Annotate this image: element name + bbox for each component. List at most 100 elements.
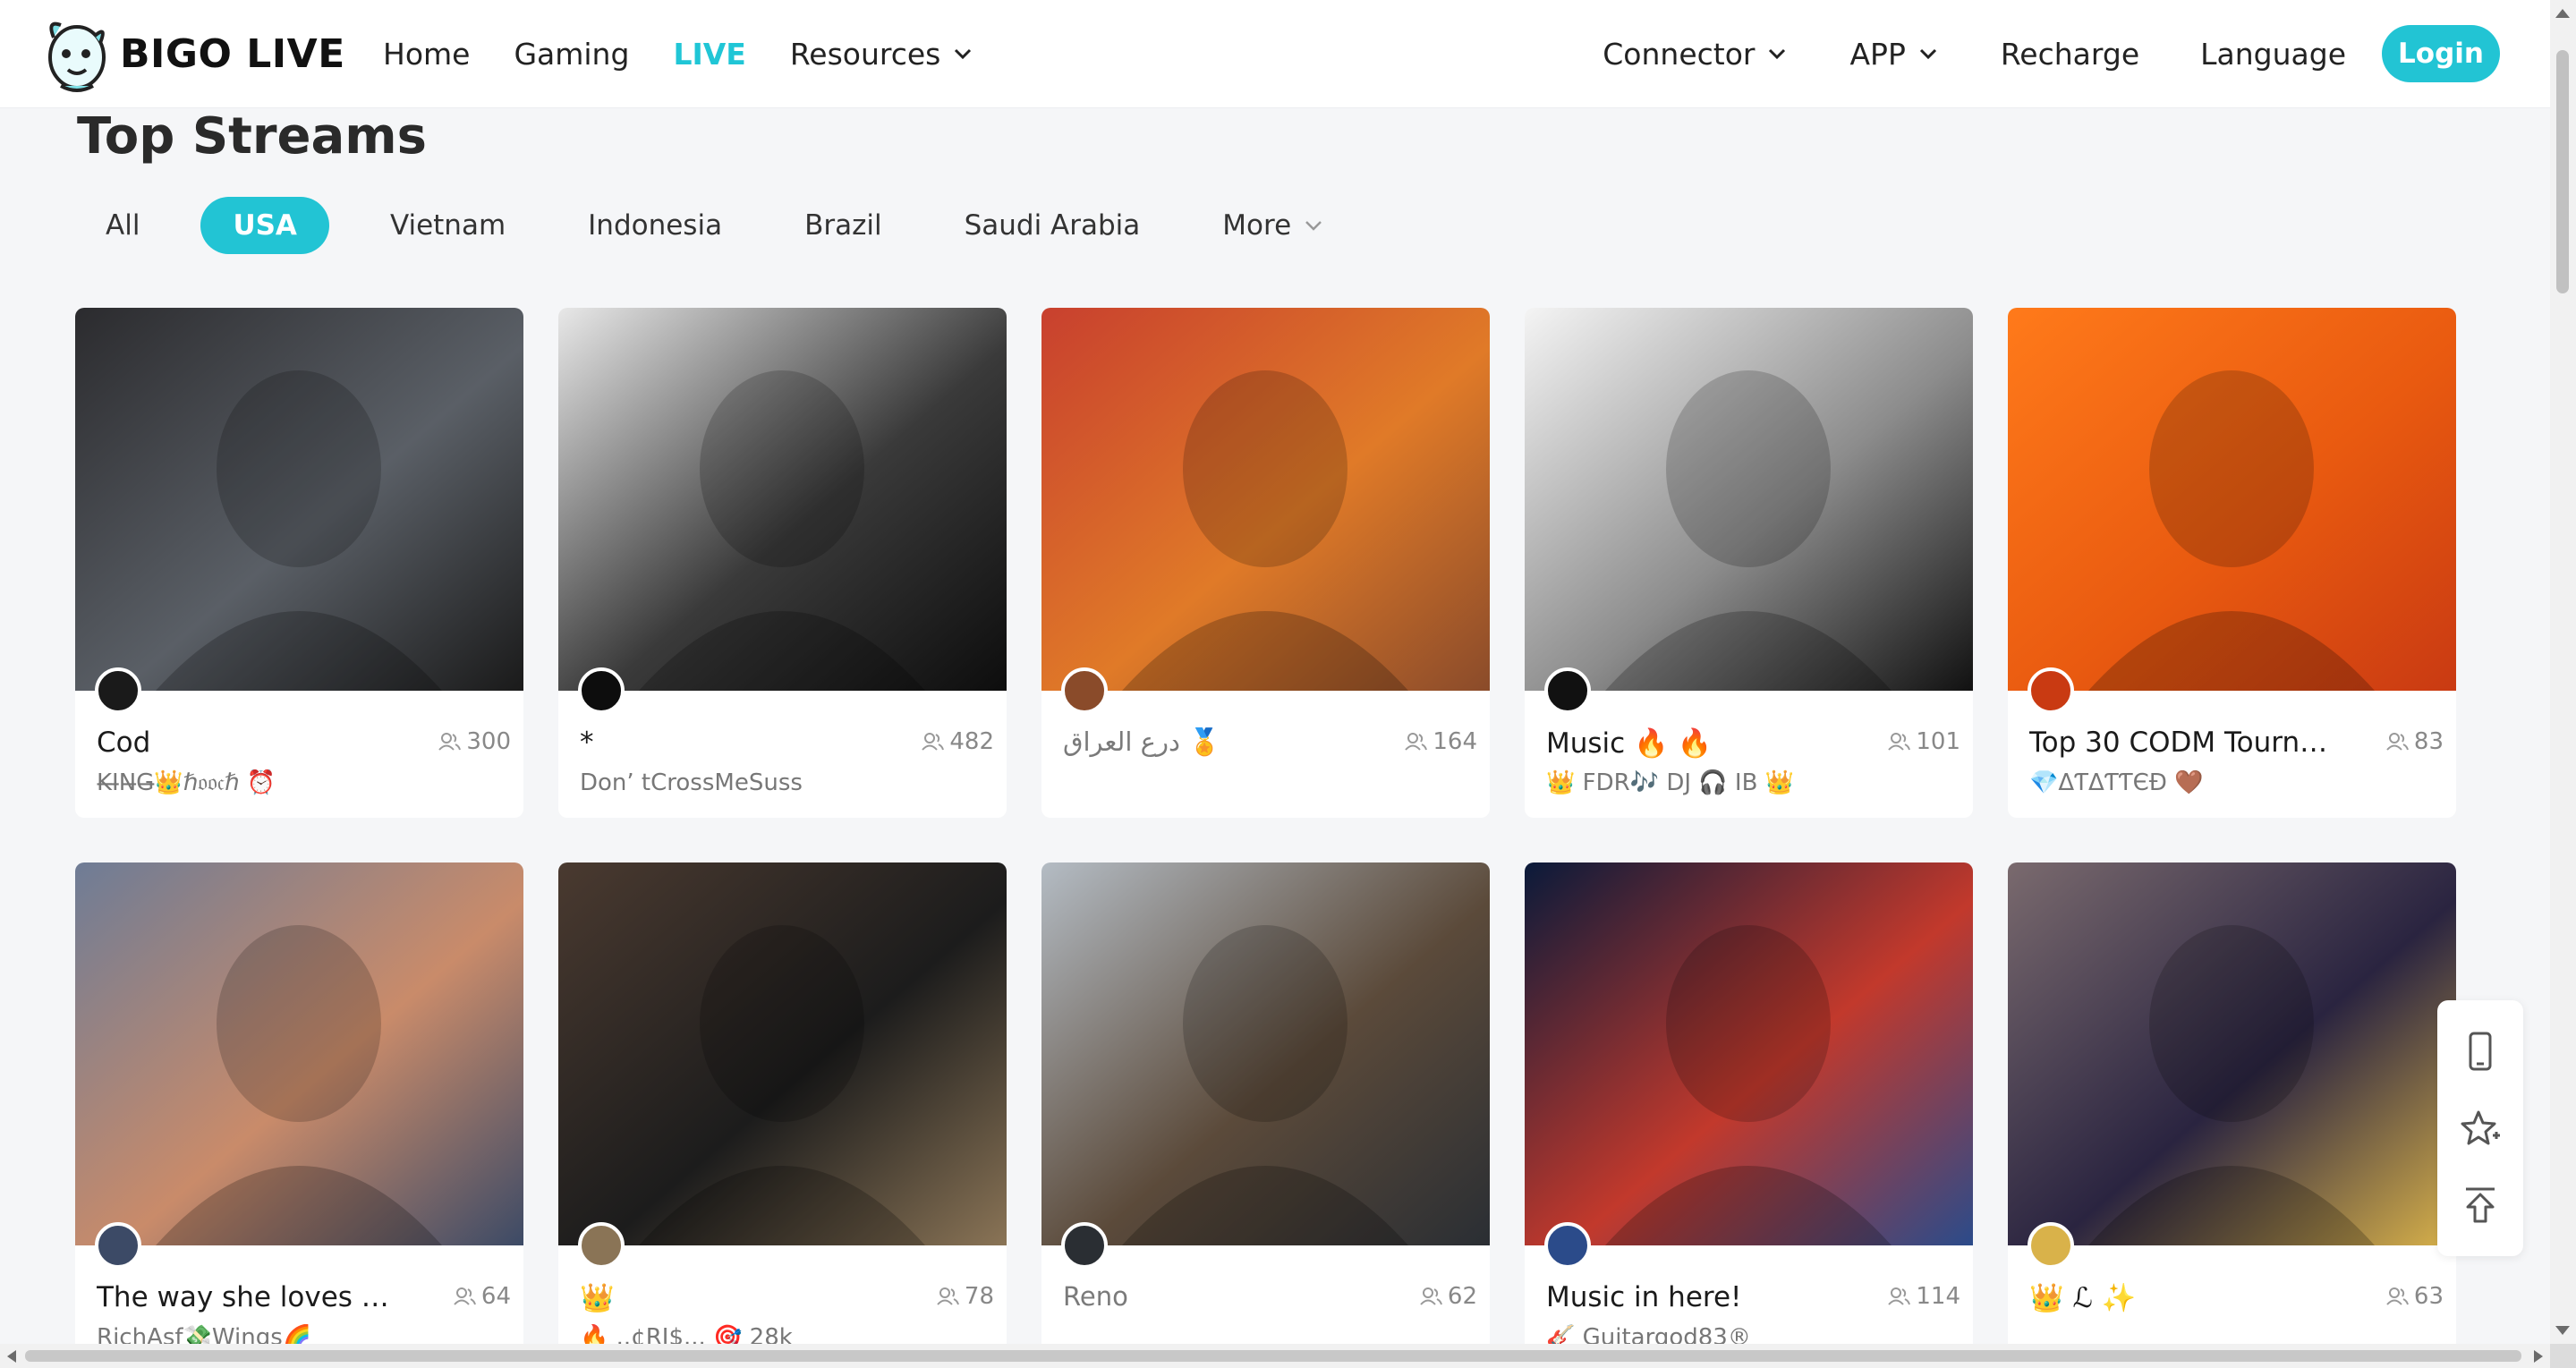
viewers-icon	[1888, 733, 1911, 751]
stream-title: *	[580, 726, 594, 759]
nav-gaming-label: Gaming	[514, 36, 630, 72]
streamer-avatar[interactable]	[2028, 1222, 2074, 1269]
viewers-icon	[438, 733, 462, 751]
streamer-avatar[interactable]	[95, 667, 141, 714]
viewers-icon	[1888, 1287, 1911, 1305]
nav-home[interactable]: Home	[383, 37, 470, 72]
streamer-avatar[interactable]	[2028, 667, 2074, 714]
stream-card[interactable]: درع العراق 🏅 164	[1041, 308, 1490, 818]
stream-card[interactable]: Reno 62	[1041, 862, 1490, 1368]
stream-thumbnail	[1525, 862, 1973, 1245]
scrollbar-corner	[2550, 1344, 2576, 1368]
stream-title: Top 30 CODM Tournament	[2029, 726, 2334, 759]
streamer-avatar[interactable]	[578, 667, 625, 714]
nav-live[interactable]: LIVE	[673, 37, 745, 72]
viewers-icon	[1405, 733, 1428, 751]
filter-usa[interactable]: USA	[200, 197, 329, 254]
viewer-count: 64	[453, 1283, 511, 1310]
star-add-icon	[2461, 1110, 2500, 1145]
viewers-icon	[2386, 733, 2409, 751]
nav-recharge[interactable]: Recharge	[2001, 37, 2139, 72]
back-to-top-button[interactable]	[2455, 1180, 2505, 1230]
filter-saudi-arabia[interactable]: Saudi Arabia	[943, 197, 1162, 254]
thumbnail-image	[1041, 862, 1490, 1245]
favorite-button[interactable]	[2455, 1103, 2505, 1153]
stream-card[interactable]: 👑 ℒ ✨ 63	[2008, 862, 2456, 1368]
filter-all[interactable]: All	[84, 197, 161, 254]
viewers-icon	[922, 733, 945, 751]
thumbnail-image	[1525, 862, 1973, 1245]
thumbnail-image	[75, 862, 523, 1245]
nav-connector-label: Connector	[1603, 36, 1756, 72]
viewers-icon	[2386, 1287, 2409, 1305]
streamer-avatar[interactable]	[1061, 667, 1108, 714]
stream-thumbnail	[2008, 862, 2456, 1245]
horizontal-scroll-thumb[interactable]	[25, 1350, 2521, 1362]
thumbnail-image	[1525, 308, 1973, 691]
nav-resources[interactable]: Resources	[790, 37, 975, 72]
viewer-count-value: 482	[949, 728, 994, 755]
streamer-avatar[interactable]	[1544, 667, 1591, 714]
stream-title: Cod	[97, 726, 151, 759]
nav-connector[interactable]: Connector	[1603, 37, 1789, 72]
login-button[interactable]: Login	[2382, 25, 2500, 82]
viewer-count: 300	[438, 728, 511, 755]
scroll-down-arrow[interactable]	[2555, 1326, 2570, 1335]
viewer-count-value: 101	[1916, 728, 1960, 755]
stream-grid: Cod 300 K̶I̶N̶G̶👑ℏ𝔬𝔬𝔠ℏ ⏰ * 482 Don’ tCro…	[75, 308, 2457, 1368]
viewer-count: 83	[2385, 728, 2444, 755]
nav-language[interactable]: Language	[2200, 37, 2346, 72]
thumbnail-image	[1041, 308, 1490, 691]
nav-resources-label: Resources	[789, 36, 941, 72]
nav-app-label: APP	[1849, 36, 1906, 72]
vertical-scroll-thumb[interactable]	[2556, 50, 2569, 293]
scroll-left-arrow[interactable]	[7, 1350, 16, 1363]
streamer-name: 👑 FDR🎶 DJ 🎧 IB 👑	[1546, 769, 1795, 796]
nav-app[interactable]: APP	[1849, 37, 1939, 72]
viewer-count-value: 114	[1916, 1283, 1960, 1310]
thumbnail-image	[558, 862, 1007, 1245]
viewer-count-value: 62	[1447, 1283, 1477, 1310]
stream-thumbnail	[75, 862, 523, 1245]
chevron-down-icon	[1305, 221, 1322, 231]
viewers-icon	[1420, 1287, 1442, 1305]
scroll-right-arrow[interactable]	[2534, 1350, 2543, 1363]
thumbnail-image	[2008, 862, 2456, 1245]
viewer-count: 482	[921, 728, 994, 755]
scroll-up-arrow[interactable]	[2555, 9, 2570, 18]
filter-more[interactable]: More	[1201, 197, 1347, 254]
stream-card[interactable]: Music 🔥 🔥 101 👑 FDR🎶 DJ 🎧 IB 👑	[1525, 308, 1973, 818]
streamer-avatar[interactable]	[1544, 1222, 1591, 1269]
stream-card[interactable]: * 482 Don’ tCrossMeSuss	[558, 308, 1007, 818]
nav-gaming[interactable]: Gaming	[514, 37, 629, 72]
nav-home-label: Home	[383, 36, 471, 72]
streamer-avatar[interactable]	[578, 1222, 625, 1269]
streamer-avatar[interactable]	[95, 1222, 141, 1269]
stream-card[interactable]: Music in here! 114 🎸 Guitargod83®	[1525, 862, 1973, 1368]
brand-logo[interactable]: BIGO LIVE	[41, 13, 345, 95]
viewer-count-value: 64	[480, 1283, 511, 1310]
stream-title: Music 🔥 🔥	[1546, 727, 1713, 760]
stream-thumbnail	[558, 308, 1007, 691]
viewers-icon	[937, 1287, 959, 1305]
filter-vietnam[interactable]: Vietnam	[369, 197, 527, 254]
stream-title: Music in here!	[1546, 1281, 1742, 1313]
filter-brazil[interactable]: Brazil	[783, 197, 904, 254]
phone-icon	[2469, 1032, 2492, 1071]
horizontal-scrollbar[interactable]	[0, 1344, 2550, 1368]
stream-title: The way she loves me	[97, 1281, 401, 1313]
streamer-avatar[interactable]	[1061, 1222, 1108, 1269]
mobile-app-button[interactable]	[2455, 1026, 2505, 1076]
viewer-count: 101	[1887, 728, 1960, 755]
vertical-scrollbar[interactable]	[2550, 0, 2576, 1344]
viewer-count-value: 164	[1433, 728, 1477, 755]
filter-indonesia[interactable]: Indonesia	[566, 197, 744, 254]
bigo-mascot-icon	[48, 21, 106, 92]
thumbnail-image	[2008, 308, 2456, 691]
stream-card[interactable]: The way she loves me 64 RichAsf💸Wings🌈	[75, 862, 523, 1368]
stream-card[interactable]: Cod 300 K̶I̶N̶G̶👑ℏ𝔬𝔬𝔠ℏ ⏰	[75, 308, 523, 818]
stream-card[interactable]: Top 30 CODM Tournament 83 💎ΔƬΔƬƬЄÐ 🤎	[2008, 308, 2456, 818]
stream-card[interactable]: 👑 78 🔥 ..¢RI$... 🎯 28k	[558, 862, 1007, 1368]
viewer-count-value: 63	[2413, 1283, 2444, 1310]
brand-name: BIGO LIVE	[120, 30, 345, 77]
